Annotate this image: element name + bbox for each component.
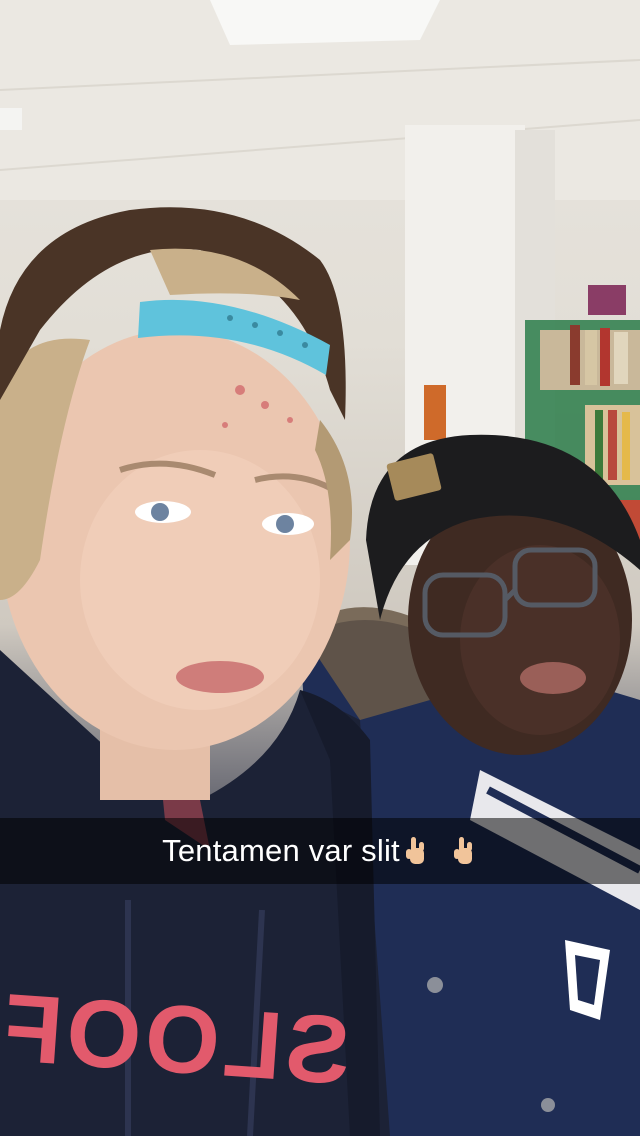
caption-text: Tentamen var slit [162, 833, 400, 868]
hoodie-print: SLOOF [0, 974, 354, 1105]
hand-sign-icon [405, 837, 424, 864]
selfie-photo [0, 0, 640, 1136]
hand-sign-icon [453, 837, 472, 864]
snap-viewer[interactable]: SLOOF Tentamen var slit [0, 0, 640, 1136]
caption-bar[interactable]: Tentamen var slit [0, 818, 640, 884]
